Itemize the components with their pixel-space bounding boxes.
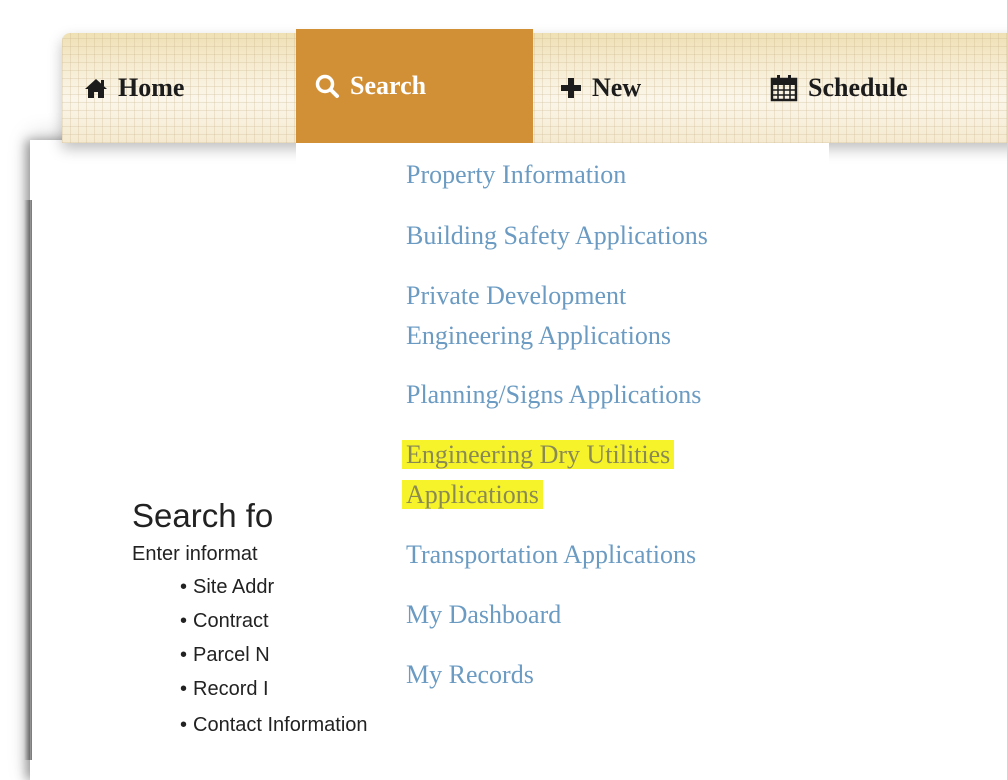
menu-item-label: My Dashboard	[406, 600, 562, 629]
menu-item-label: My Records	[406, 660, 534, 689]
menu-item-label-line2-highlighted: Applications	[402, 480, 543, 509]
menu-item-planning-signs[interactable]: Planning/Signs Applications	[406, 375, 701, 415]
menu-item-label-line2: Engineering Applications	[406, 321, 672, 350]
nav-home[interactable]: Home	[84, 33, 184, 143]
calendar-icon	[770, 74, 798, 102]
criteria-item: Parcel N	[180, 638, 302, 672]
menu-item-private-development[interactable]: Private Development Engineering Applicat…	[406, 276, 671, 356]
menu-item-my-dashboard[interactable]: My Dashboard	[406, 595, 561, 635]
nav-schedule-label: Schedule	[808, 73, 908, 102]
menu-item-label: Planning/Signs Applications	[406, 380, 702, 409]
criteria-item-contact: Contact Information	[180, 708, 368, 742]
search-heading: Search fo	[132, 497, 274, 534]
nav-search-label: Search	[350, 71, 427, 100]
menu-item-label-line1-highlighted: Engineering Dry Utilities	[402, 440, 675, 469]
search-intro-text: Enter informat	[132, 543, 258, 565]
home-icon	[84, 77, 108, 99]
search-icon	[314, 73, 340, 99]
nav-home-label: Home	[118, 73, 185, 102]
menu-item-transportation[interactable]: Transportation Applications	[406, 535, 696, 575]
search-criteria-list: Site Addr Contract Parcel N Record I	[132, 570, 302, 706]
criteria-item: Contract	[180, 604, 302, 638]
nav-search[interactable]: Search	[296, 29, 533, 143]
menu-item-label: Transportation Applications	[406, 540, 697, 569]
criteria-item: Record I	[180, 672, 302, 706]
nav-new[interactable]: New	[560, 33, 641, 143]
menu-item-label: Building Safety Applications	[406, 221, 708, 250]
menu-item-building-safety[interactable]: Building Safety Applications	[406, 216, 708, 256]
menu-item-label-line1: Private Development	[406, 281, 627, 310]
search-section: Search fo Enter informat Site Addr Contr…	[132, 494, 302, 738]
nav-new-label: New	[592, 73, 642, 102]
menu-item-my-records[interactable]: My Records	[406, 655, 534, 695]
plus-icon	[560, 77, 582, 99]
nav-schedule[interactable]: Schedule	[770, 33, 908, 143]
menu-item-property-information[interactable]: Property Information	[406, 155, 626, 195]
menu-item-engineering-dry-utilities[interactable]: Engineering Dry Utilities Applications	[402, 435, 675, 515]
criteria-item: Site Addr	[180, 570, 302, 604]
menu-item-label: Property Information	[406, 160, 627, 189]
page-shadow-edge	[24, 200, 32, 760]
